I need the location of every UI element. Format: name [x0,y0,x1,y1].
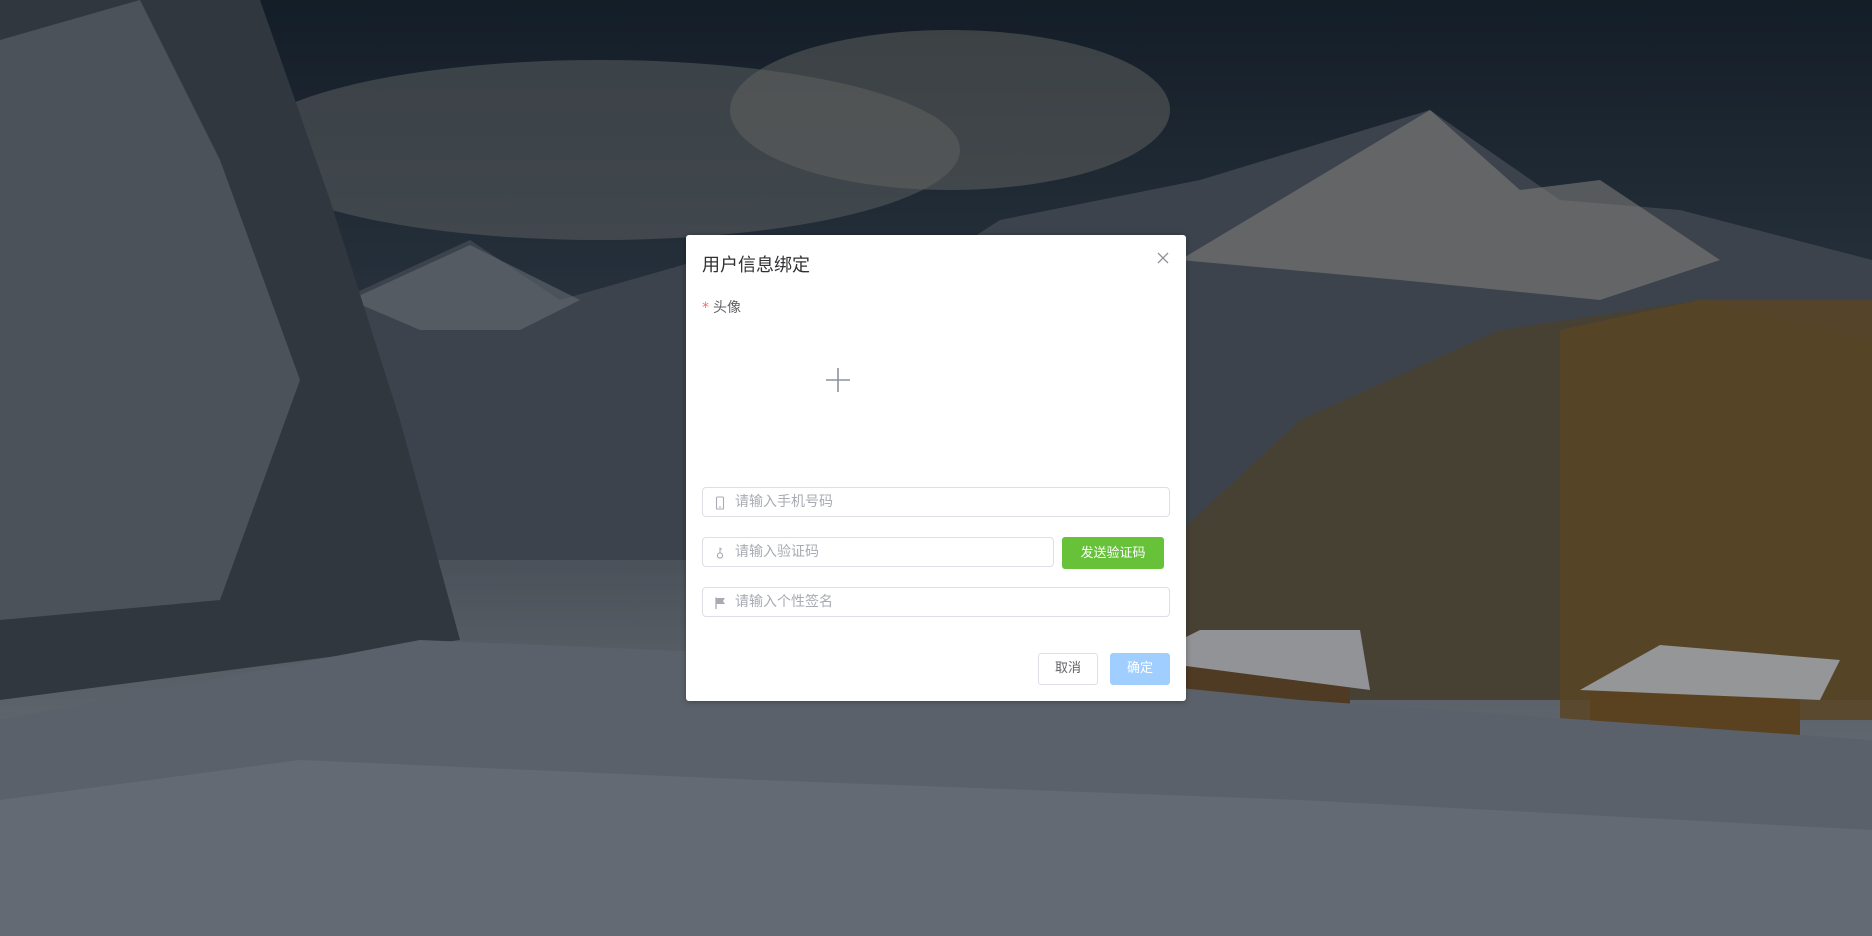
signature-input-wrapper [702,587,1170,617]
close-icon[interactable] [1154,249,1172,267]
confirm-button[interactable]: 确定 [1110,653,1170,685]
mobile-phone-icon [713,495,727,510]
verification-code-input[interactable] [735,538,1045,566]
flag-icon [713,595,727,609]
phone-input[interactable] [735,488,1161,516]
signature-input[interactable] [735,588,1161,616]
avatar-label-text: 头像 [713,300,741,316]
key-icon [713,545,727,559]
user-info-binding-dialog: 用户信息绑定 * 头像 请输入手机号码 请输入验证码 发送验证码 请输入个性签名… [686,235,1186,701]
avatar-label: * 头像 [702,297,741,317]
avatar-uploader[interactable] [702,323,992,483]
phone-input-wrapper [702,487,1170,517]
plus-icon [825,367,851,397]
required-mark: * [702,300,709,316]
cancel-button[interactable]: 取消 [1038,653,1098,685]
dialog-title: 用户信息绑定 [702,255,810,276]
send-code-button[interactable]: 发送验证码 [1062,537,1164,569]
code-input-wrapper [702,537,1054,567]
